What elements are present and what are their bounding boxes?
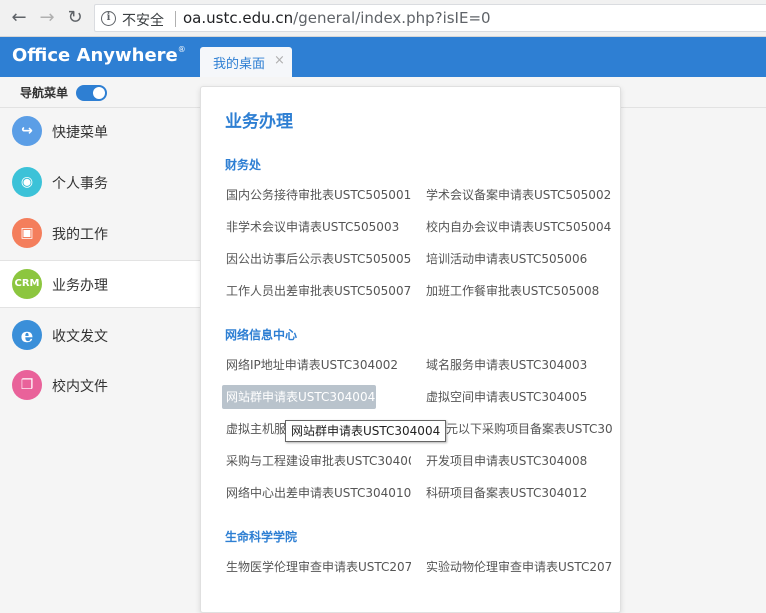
form-link[interactable]: 培训活动申请表USTC505006 — [426, 250, 612, 268]
section-title: 生命科学学院 — [225, 530, 298, 544]
url-separator — [175, 11, 176, 27]
sidebar-item-label: 收文发文 — [52, 329, 108, 345]
share-arrow-icon: ↪ — [12, 116, 42, 146]
address-bar[interactable]: i 不安全 oa.ustc.edu.cn/general/index.php?i… — [94, 4, 766, 32]
sidebar-item-label: 校内文件 — [52, 379, 108, 395]
sidebar-item-label: 业务办理 — [52, 278, 108, 294]
tab-label: 我的桌面 — [213, 57, 266, 72]
reload-icon[interactable]: ↻ — [64, 7, 86, 29]
logo-text: Office Anywhere — [12, 45, 178, 66]
crm-icon: CRM — [12, 269, 42, 299]
sidebar-item-campus-files[interactable]: ❐ 校内文件 — [0, 362, 200, 410]
form-link[interactable]: 虚拟空间申请表USTC304005 — [426, 388, 612, 406]
form-link[interactable]: 元以下采购项目备案表USTC304 — [446, 420, 612, 438]
security-label: 不安全 — [122, 13, 164, 29]
sidebar-item-my-work[interactable]: ▣ 我的工作 — [0, 210, 200, 258]
back-icon[interactable]: ← — [8, 7, 30, 29]
sidebar-item-documents[interactable]: e 收文发文 — [0, 312, 200, 360]
section-title: 财务处 — [225, 158, 262, 172]
form-link[interactable]: 非学术会议申请表USTC505003 — [226, 218, 411, 236]
tab-close-icon[interactable]: × — [274, 53, 285, 68]
form-link[interactable]: 校内自办会议申请表USTC505004 — [426, 218, 612, 236]
form-link[interactable]: 开发项目申请表USTC304008 — [426, 452, 612, 470]
url-host: oa.ustc.edu.cn — [183, 9, 294, 27]
form-link[interactable]: 实验动物伦理审查申请表USTC207 — [426, 558, 612, 576]
form-link[interactable]: 网络中心出差申请表USTC304010 — [226, 484, 411, 502]
form-link[interactable]: 学术会议备案申请表USTC505002 — [426, 186, 612, 204]
app-header: Office Anywhere® 我的桌面 × — [0, 37, 766, 77]
form-link[interactable]: 因公出访事后公示表USTC505005 — [226, 250, 411, 268]
panel-title: 业务办理 — [225, 112, 293, 132]
form-link[interactable]: 网络IP地址申请表USTC304002 — [226, 356, 411, 374]
form-link-hovered[interactable]: 网站群申请表USTC304004 — [222, 385, 376, 409]
url-path: /general/index.php?isIE=0 — [293, 9, 491, 27]
info-icon[interactable]: i — [101, 11, 116, 26]
form-link[interactable]: 采购与工程建设审批表USTC30400 — [226, 452, 411, 470]
work-icon: ▣ — [12, 218, 42, 248]
sidebar: ↪ 快捷菜单 ◉ 个人事务 ▣ 我的工作 CRM 业务办理 e 收文发文 ❐ 校… — [0, 108, 200, 613]
form-link[interactable]: 国内公务接待审批表USTC505001 — [226, 186, 411, 204]
form-link[interactable]: 加班工作餐审批表USTC505008 — [426, 282, 612, 300]
logo-mark: ® — [177, 45, 186, 54]
app-logo: Office Anywhere® — [12, 45, 186, 66]
form-link[interactable]: 域名服务申请表USTC304003 — [426, 356, 612, 374]
nav-menu-toggle[interactable] — [76, 85, 107, 101]
forward-icon[interactable]: → — [36, 7, 58, 29]
sidebar-item-personal[interactable]: ◉ 个人事务 — [0, 159, 200, 207]
url-text[interactable]: oa.ustc.edu.cn/general/index.php?isIE=0 — [183, 9, 491, 27]
nav-toggle-label: 导航菜单 — [20, 86, 69, 100]
sidebar-item-shortcuts[interactable]: ↪ 快捷菜单 — [0, 108, 200, 156]
sidebar-item-business[interactable]: CRM 业务办理 — [0, 260, 200, 308]
person-icon: ◉ — [12, 167, 42, 197]
form-link[interactable]: 生物医学伦理审查申请表USTC207 — [226, 558, 411, 576]
sidebar-item-label: 我的工作 — [52, 227, 108, 243]
business-panel: 业务办理 财务处 国内公务接待审批表USTC505001 学术会议备案申请表US… — [200, 86, 621, 613]
browser-toolbar: ← → ↻ i 不安全 oa.ustc.edu.cn/general/index… — [0, 0, 766, 37]
form-link[interactable]: 工作人员出差审批表USTC505007 — [226, 282, 411, 300]
sidebar-item-label: 快捷菜单 — [52, 125, 108, 141]
form-link[interactable]: 科研项目备案表USTC304012 — [426, 484, 612, 502]
toggle-knob — [93, 87, 105, 99]
tooltip: 网站群申请表USTC304004 — [285, 420, 447, 442]
book-icon: ❐ — [12, 370, 42, 400]
section-title: 网络信息中心 — [225, 328, 298, 342]
sidebar-item-label: 个人事务 — [52, 176, 108, 192]
ie-icon: e — [12, 320, 42, 350]
tab-desktop[interactable]: 我的桌面 × — [200, 47, 292, 77]
